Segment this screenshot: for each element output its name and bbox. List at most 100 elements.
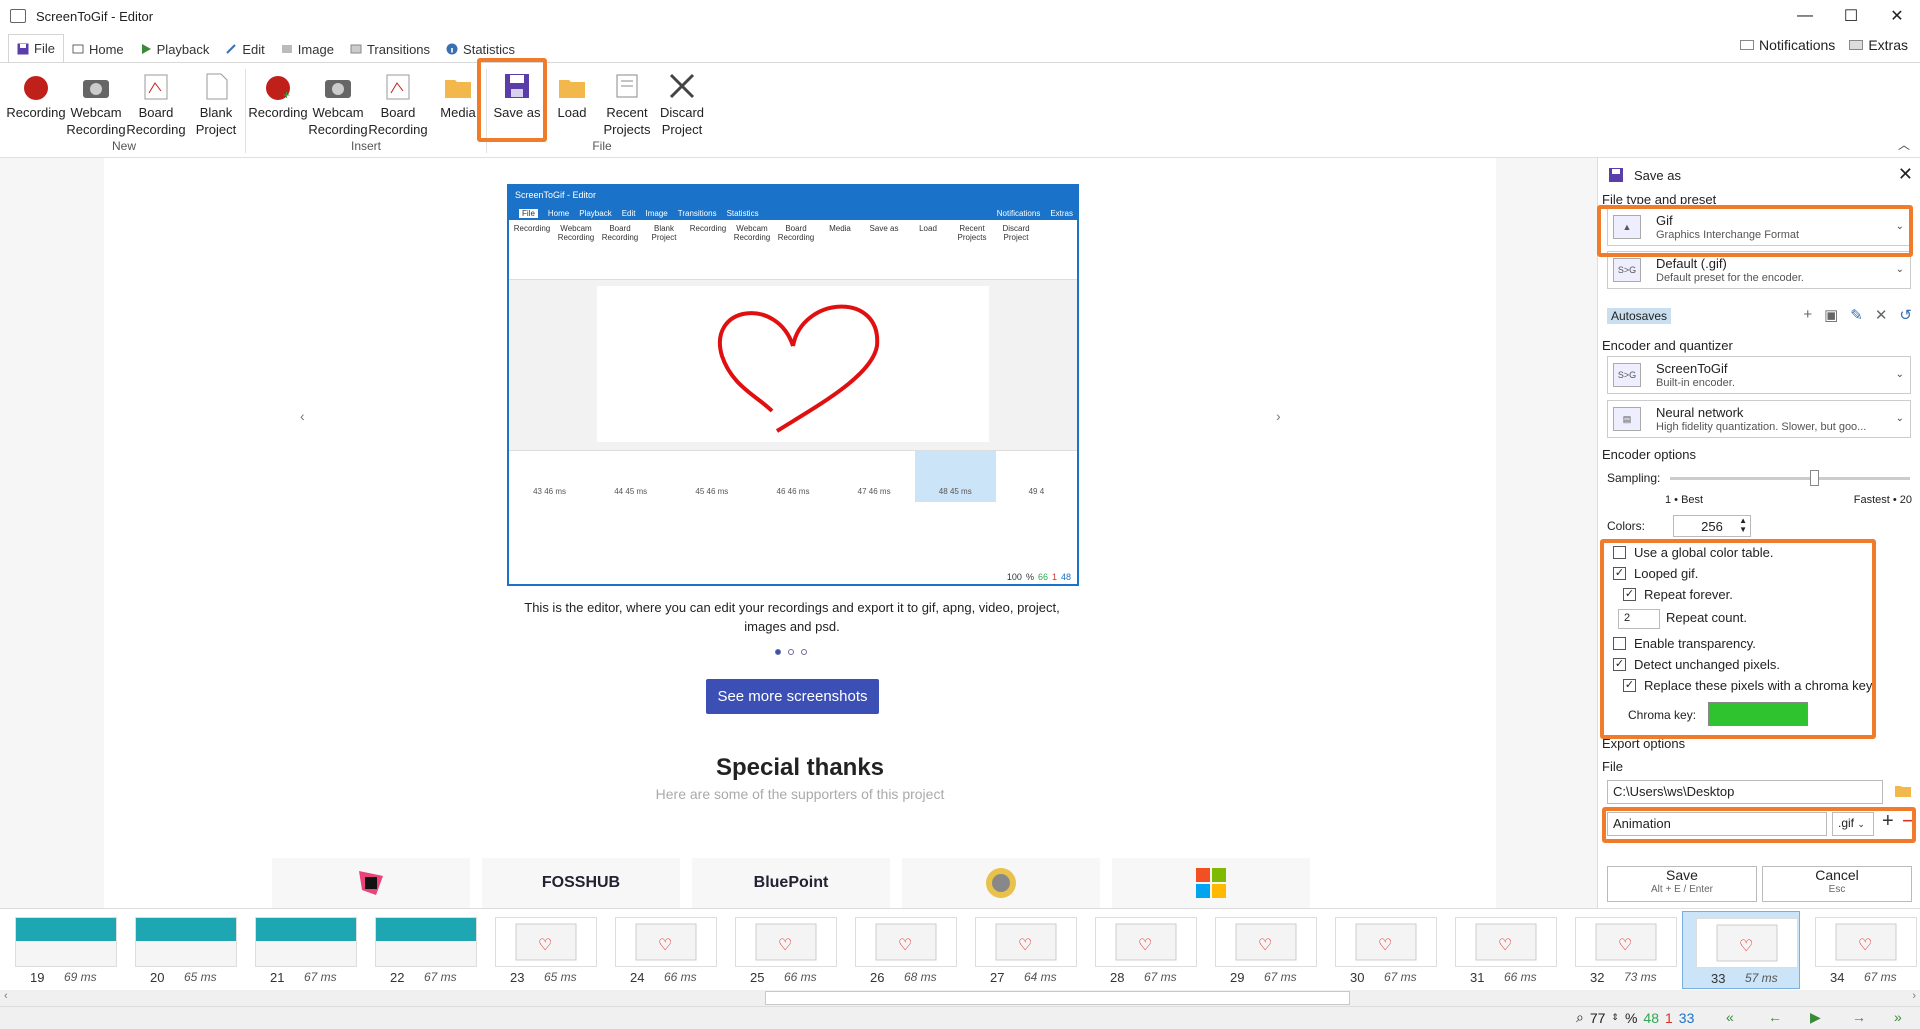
folder-icon — [443, 71, 473, 101]
frame-image: ♡ — [735, 917, 837, 967]
close-button[interactable]: ✕ — [1874, 0, 1920, 32]
autosaves-label: Autosaves — [1607, 308, 1672, 324]
frame-thumbnail[interactable]: ♡ 23 65 ms — [482, 911, 600, 989]
quantizer-dropdown[interactable]: ▤ Neural network High fidelity quantizat… — [1607, 400, 1911, 438]
sampling-max: Fastest • 20 — [1853, 494, 1912, 506]
previous-frame-button[interactable]: ← — [1768, 1009, 1782, 1025]
last-frame-button[interactable]: » — [1894, 1009, 1902, 1025]
prev-arrow[interactable]: ‹ — [300, 408, 305, 424]
next-arrow[interactable]: › — [1276, 408, 1281, 424]
frame-thumbnail[interactable]: ♡ 32 73 ms — [1562, 911, 1680, 989]
insert-recording-button[interactable]: + Recording — [248, 69, 308, 121]
slider-thumb[interactable] — [1810, 470, 1819, 486]
sampling-slider[interactable] — [1670, 470, 1910, 486]
close-panel-button[interactable]: ✕ — [1898, 164, 1913, 185]
notifications-button[interactable]: Notifications — [1740, 37, 1835, 53]
preset-name: Default (.gif) — [1656, 256, 1727, 271]
button-label: Recording — [248, 105, 308, 120]
encoder-dropdown[interactable]: S>G ScreenToGif Built-in encoder. ⌄ — [1607, 356, 1911, 394]
browse-folder-icon[interactable] — [1894, 782, 1912, 801]
scrollbar-thumb[interactable] — [765, 991, 1350, 1005]
inner-tab: Statistics — [726, 208, 759, 218]
frame-thumbnail[interactable]: ♡ 27 64 ms — [962, 911, 1080, 989]
folder-input[interactable]: C:\Users\ws\Desktop — [1607, 780, 1883, 804]
cancel-button[interactable]: Cancel Esc — [1762, 866, 1912, 902]
recent-projects-button[interactable]: Recent Projects — [597, 69, 657, 138]
tab-file[interactable]: File — [8, 34, 64, 62]
transitions-icon — [350, 44, 362, 54]
frame-thumbnail[interactable]: ♡ 28 67 ms — [1082, 911, 1200, 989]
horizontal-scrollbar[interactable]: ‹ › — [0, 990, 1920, 1006]
edit-icon[interactable]: ✎ — [1850, 306, 1863, 324]
frame-thumbnail[interactable]: 20 65 ms — [122, 911, 240, 989]
frame-thumbnail[interactable]: ♡ 24 66 ms — [602, 911, 720, 989]
colors-input[interactable]: 256 ▲ ▼ — [1673, 515, 1751, 537]
inner-sel: 1 — [1051, 572, 1057, 582]
camera-icon — [323, 71, 353, 101]
minimize-button[interactable]: — — [1782, 0, 1828, 32]
frame-thumbnail[interactable]: ♡ 31 66 ms — [1442, 911, 1560, 989]
inner-button: Webcam Recording — [557, 224, 595, 242]
save-label: Save — [1666, 867, 1698, 883]
new-board-button[interactable]: Board Recording — [126, 69, 186, 138]
blank-project-button[interactable]: Blank Project — [186, 69, 246, 138]
new-webcam-button[interactable]: Webcam Recording — [66, 69, 126, 138]
spinner-icon[interactable]: ▲ ▼ — [1739, 516, 1747, 534]
first-frame-button[interactable]: « — [1726, 1009, 1734, 1025]
tab-image[interactable]: Image — [273, 36, 342, 62]
play-button[interactable]: ▶ — [1810, 1009, 1821, 1026]
tab-home[interactable]: Home — [64, 36, 132, 62]
insert-board-button[interactable]: Board Recording — [368, 69, 428, 138]
inner-canvas — [509, 280, 1077, 450]
frame-image — [375, 917, 477, 967]
frame-delay: 65 ms — [544, 970, 577, 984]
frame-thumbnail[interactable]: ♡ 34 67 ms — [1802, 911, 1920, 989]
frame-thumbnail[interactable]: ♡ 29 67 ms — [1202, 911, 1320, 989]
save-button[interactable]: Save Alt + E / Enter — [1607, 866, 1757, 902]
frame-thumbnail[interactable]: ♡ 30 67 ms — [1322, 911, 1440, 989]
see-more-button[interactable]: See more screenshots — [706, 679, 879, 714]
discard-project-button[interactable]: Discard Project — [652, 69, 712, 138]
maximize-button[interactable]: ☐ — [1828, 0, 1874, 32]
panel-header: Save as ✕ — [1598, 158, 1920, 192]
load-button[interactable]: Load — [542, 69, 602, 121]
save-preset-icon[interactable]: ▣ — [1824, 306, 1838, 324]
frame-thumbnail[interactable]: ♡ 26 68 ms — [842, 911, 960, 989]
frame-thumbnail[interactable]: ♡ 25 66 ms — [722, 911, 840, 989]
tab-label: Home — [88, 41, 124, 57]
heart-icon: ♡ — [1595, 923, 1657, 961]
inner-title: ScreenToGif - Editor — [509, 186, 1077, 206]
add-icon[interactable]: + — [1803, 306, 1812, 324]
dot[interactable] — [775, 649, 781, 655]
insert-webcam-button[interactable]: Webcam Recording — [308, 69, 368, 138]
new-recording-button[interactable]: Recording — [6, 69, 66, 121]
frame-number: 21 — [270, 970, 285, 985]
button-label: Webcam Recording — [66, 105, 126, 137]
zoom-value[interactable]: 77 — [1590, 1010, 1606, 1026]
next-frame-button[interactable]: → — [1852, 1009, 1866, 1025]
scroll-left-icon[interactable]: ‹ — [4, 990, 8, 1002]
button-label: Board Recording — [126, 105, 186, 137]
frame-thumbnail[interactable]: 19 69 ms — [2, 911, 120, 989]
carousel-dots — [775, 649, 807, 655]
reset-icon[interactable]: ↺ — [1899, 306, 1912, 324]
tab-transitions[interactable]: Transitions — [342, 36, 438, 62]
dot[interactable] — [788, 649, 794, 655]
tab-edit[interactable]: Edit — [217, 36, 272, 62]
frame-thumbnail[interactable]: 21 67 ms — [242, 911, 360, 989]
heart-icon: ♡ — [995, 923, 1057, 961]
frame-thumbnail[interactable]: ♡ 33 57 ms — [1682, 911, 1800, 989]
title-bar: ScreenToGif - Editor — ☐ ✕ — [0, 0, 1920, 32]
frame-thumbnail[interactable]: 22 67 ms — [362, 911, 480, 989]
frame-delay: 66 ms — [664, 970, 697, 984]
collapse-ribbon-button[interactable]: ︿ — [1898, 136, 1910, 153]
zoom-spinner[interactable]: ⇕ — [1611, 1012, 1619, 1023]
delete-icon[interactable]: ✕ — [1875, 306, 1888, 324]
extras-button[interactable]: Extras — [1849, 37, 1908, 53]
scroll-right-icon[interactable]: › — [1912, 990, 1916, 1002]
dot[interactable] — [801, 649, 807, 655]
chevron-down-icon: ⌄ — [1895, 413, 1904, 424]
svg-text:♡: ♡ — [1258, 935, 1272, 954]
tab-playback[interactable]: Playback — [132, 36, 218, 62]
svg-text:♡: ♡ — [1858, 935, 1872, 954]
